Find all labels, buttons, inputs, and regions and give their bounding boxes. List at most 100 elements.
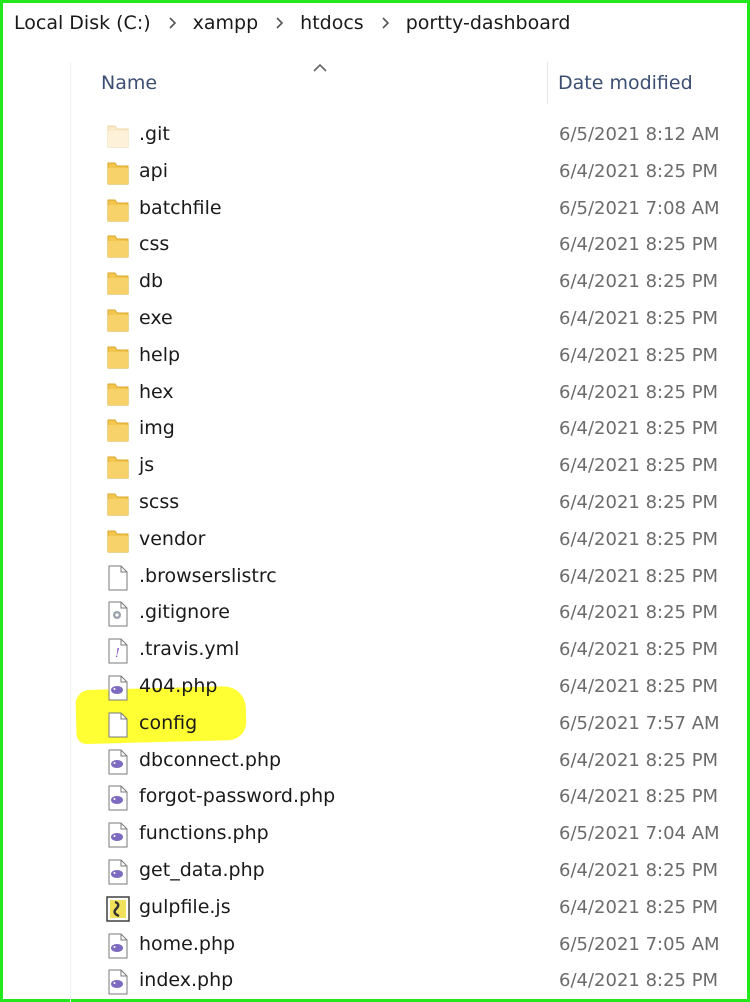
folder-icon — [106, 453, 130, 481]
file-date-modified: 6/4/2021 8:25 PM — [559, 859, 719, 881]
file-row[interactable]: index.php 6/4/2021 8:25 PM — [0, 963, 750, 1000]
file-row[interactable]: ! .travis.yml 6/4/2021 8:25 PM — [0, 632, 750, 669]
folder-icon — [106, 159, 130, 187]
settings-file-icon — [106, 600, 130, 628]
file-name: hex — [139, 380, 174, 403]
chevron-right-icon[interactable] — [368, 13, 402, 33]
column-name-header[interactable]: Name — [101, 72, 157, 94]
blank-file-icon — [106, 564, 130, 592]
sort-ascending-icon — [310, 60, 330, 74]
file-name: .travis.yml — [139, 638, 240, 661]
file-row[interactable]: 404.php 6/4/2021 8:25 PM — [0, 669, 750, 706]
file-row[interactable]: .browserslistrc 6/4/2021 8:25 PM — [0, 559, 750, 596]
folder-icon — [106, 306, 130, 334]
svg-text:!: ! — [115, 646, 120, 660]
file-row[interactable]: gulpfile.js 6/4/2021 8:25 PM — [0, 890, 750, 927]
file-row[interactable]: api 6/4/2021 8:25 PM — [0, 154, 750, 191]
breadcrumb-htdocs[interactable]: htdocs — [296, 12, 368, 34]
file-row[interactable]: dbconnect.php 6/4/2021 8:25 PM — [0, 743, 750, 780]
file-name: scss — [139, 490, 180, 513]
file-name: .browserslistrc — [139, 564, 277, 587]
file-row[interactable]: get_data.php 6/4/2021 8:25 PM — [0, 853, 750, 890]
file-row[interactable]: config 6/5/2021 7:57 AM — [0, 706, 750, 743]
file-name: gulpfile.js — [139, 895, 231, 918]
column-date-modified-header[interactable]: Date modified — [558, 72, 693, 94]
file-name: dbconnect.php — [139, 748, 282, 771]
file-name: forgot-password.php — [139, 785, 336, 808]
file-date-modified: 6/5/2021 7:04 AM — [559, 823, 720, 845]
php-file-icon — [106, 858, 130, 886]
file-name: img — [139, 417, 175, 440]
chevron-right-icon[interactable] — [155, 13, 189, 33]
folder-icon — [106, 527, 130, 555]
file-row[interactable]: css 6/4/2021 8:25 PM — [0, 227, 750, 264]
file-date-modified: 6/4/2021 8:25 PM — [559, 786, 719, 808]
file-name: .gitignore — [139, 601, 230, 624]
php-file-icon — [106, 674, 130, 702]
file-date-modified: 6/4/2021 8:25 PM — [559, 749, 719, 771]
file-name: api — [139, 159, 168, 182]
file-name: batchfile — [139, 196, 222, 219]
file-date-modified: 6/5/2021 7:05 AM — [559, 933, 720, 955]
breadcrumb-local-disk[interactable]: Local Disk (C:) — [10, 12, 155, 34]
blank-file-icon — [106, 711, 130, 739]
file-date-modified: 6/4/2021 8:25 PM — [559, 234, 719, 256]
php-file-icon — [106, 932, 130, 960]
folder-faded-icon — [106, 122, 130, 150]
chevron-right-icon[interactable] — [262, 13, 296, 33]
php-file-icon — [106, 968, 130, 996]
file-row[interactable]: batchfile 6/5/2021 7:08 AM — [0, 191, 750, 228]
file-date-modified: 6/4/2021 8:25 PM — [559, 271, 719, 293]
breadcrumb: Local Disk (C:) xampp htdocs portty-dash… — [10, 8, 574, 38]
folder-icon — [106, 232, 130, 260]
php-file-icon — [106, 784, 130, 812]
file-name: config — [139, 711, 198, 734]
folder-icon — [106, 416, 130, 444]
file-date-modified: 6/4/2021 8:25 PM — [559, 418, 719, 440]
file-date-modified: 6/4/2021 8:25 PM — [559, 970, 719, 992]
file-date-modified: 6/5/2021 8:12 AM — [559, 124, 720, 145]
js-file-icon — [106, 895, 130, 923]
file-date-modified: 6/4/2021 8:25 PM — [559, 675, 719, 697]
breadcrumb-xampp[interactable]: xampp — [189, 12, 263, 34]
yml-file-icon: ! — [106, 637, 130, 665]
file-date-modified: 6/4/2021 8:25 PM — [559, 307, 719, 329]
file-row[interactable]: exe 6/4/2021 8:25 PM — [0, 301, 750, 338]
file-date-modified: 6/5/2021 7:57 AM — [559, 712, 720, 734]
file-name: js — [139, 454, 155, 477]
file-row[interactable]: vendor 6/4/2021 8:25 PM — [0, 522, 750, 559]
file-name: get_data.php — [139, 858, 265, 881]
column-header: Name Date modified — [70, 62, 750, 108]
file-row[interactable]: .gitignore 6/4/2021 8:25 PM — [0, 595, 750, 632]
file-date-modified: 6/4/2021 8:25 PM — [559, 639, 719, 661]
file-name: index.php — [139, 969, 234, 992]
file-row[interactable]: help 6/4/2021 8:25 PM — [0, 338, 750, 375]
file-row[interactable]: db 6/4/2021 8:25 PM — [0, 264, 750, 301]
php-file-icon — [106, 821, 130, 849]
file-name: 404.php — [139, 674, 218, 697]
folder-icon — [106, 343, 130, 371]
folder-icon — [106, 269, 130, 297]
file-row[interactable]: home.php 6/5/2021 7:05 AM — [0, 927, 750, 964]
file-date-modified: 6/5/2021 7:08 AM — [559, 197, 720, 219]
folder-icon — [106, 196, 130, 224]
file-name: db — [139, 270, 164, 293]
file-name: exe — [139, 306, 173, 329]
file-row[interactable]: hex 6/4/2021 8:25 PM — [0, 375, 750, 412]
php-file-icon — [106, 748, 130, 776]
folder-icon — [106, 380, 130, 408]
file-date-modified: 6/4/2021 8:25 PM — [559, 381, 719, 403]
file-row[interactable]: scss 6/4/2021 8:25 PM — [0, 485, 750, 522]
file-row[interactable]: img 6/4/2021 8:25 PM — [0, 411, 750, 448]
column-divider[interactable] — [547, 62, 548, 104]
file-date-modified: 6/4/2021 8:25 PM — [559, 160, 719, 182]
file-date-modified: 6/4/2021 8:25 PM — [559, 896, 719, 918]
file-row[interactable]: .git 6/5/2021 8:12 AM — [0, 117, 750, 154]
file-name: functions.php — [139, 822, 269, 845]
file-date-modified: 6/4/2021 8:25 PM — [559, 344, 719, 366]
file-row[interactable]: forgot-password.php 6/4/2021 8:25 PM — [0, 779, 750, 816]
breadcrumb-portty-dashboard[interactable]: portty-dashboard — [402, 12, 575, 34]
file-name: help — [139, 343, 181, 366]
file-row[interactable]: js 6/4/2021 8:25 PM — [0, 448, 750, 485]
file-row[interactable]: functions.php 6/5/2021 7:04 AM — [0, 816, 750, 853]
